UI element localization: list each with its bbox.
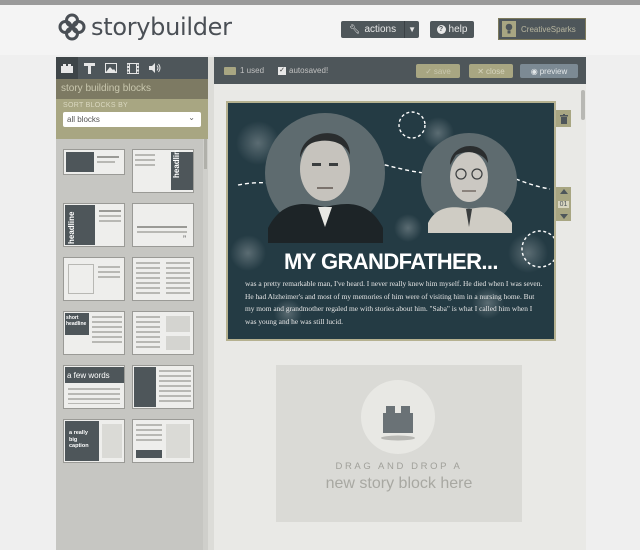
sort-area: SORT BLOCKS BY all blocks ⌄	[56, 99, 208, 139]
thumb-text: short headline	[66, 315, 87, 327]
block-thumb-headline-right[interactable]: headline	[132, 149, 194, 193]
chevron-down-icon: ▼	[408, 25, 417, 34]
logo-text: storybuilder	[91, 13, 232, 41]
block-thumb-short-headline[interactable]: short headline	[63, 311, 125, 355]
sidebar: story building blocks SORT BLOCKS BY all…	[56, 57, 208, 550]
image-icon	[105, 63, 117, 73]
sort-label: SORT BLOCKS BY	[63, 102, 129, 109]
help-label: help	[448, 24, 468, 35]
close-button[interactable]: ✕ close	[469, 64, 513, 78]
preview-button[interactable]: ◉ preview	[520, 64, 578, 78]
audio-icon	[149, 63, 161, 73]
block-thumb-two-column[interactable]	[132, 257, 194, 301]
block-number: 01	[558, 200, 569, 208]
sort-select-value: all blocks	[67, 115, 100, 124]
logo[interactable]: storybuilder	[58, 13, 232, 41]
close-label: close	[486, 66, 505, 76]
autosave-status: ✓ autosaved!	[278, 66, 328, 75]
move-up-arrow-icon[interactable]	[559, 189, 568, 194]
storybuilder-logo-icon	[58, 13, 86, 41]
lightbulb-icon	[502, 21, 516, 37]
story-block[interactable]: MY GRANDFATHER... was a pretty remarkabl…	[226, 101, 556, 341]
checkbox-icon: ✓	[278, 66, 287, 75]
preview-label: preview	[539, 66, 568, 76]
blocks-icon	[61, 63, 73, 73]
dropzone-circle	[361, 380, 435, 454]
block-thumbnails: headline headline ” short headline a few…	[56, 139, 208, 550]
trash-icon	[559, 113, 568, 124]
lego-block-icon	[381, 406, 415, 441]
sidebar-tabs	[56, 57, 208, 79]
sidebar-scrollbar-thumb[interactable]	[204, 139, 207, 169]
young-portrait	[421, 133, 517, 233]
block-thumb-intro-right[interactable]	[132, 365, 194, 409]
dropzone-line2: new story block here	[325, 475, 473, 492]
story-title[interactable]: MY GRANDFATHER...	[228, 249, 554, 275]
actions-label: actions	[364, 24, 397, 35]
block-thumb-grid[interactable]	[132, 419, 194, 463]
thumb-text: a few words	[67, 371, 110, 380]
eye-icon: ◉	[530, 66, 538, 76]
block-thumb-caption[interactable]: a really big caption	[63, 419, 125, 463]
block-order-control: 01	[556, 187, 571, 221]
dropzone-line1: DRAG AND DROP A	[335, 461, 463, 472]
blocks-used-text: 1 used	[240, 66, 265, 75]
actions-dropdown-caret[interactable]: ▼	[404, 21, 419, 38]
tab-text[interactable]	[78, 57, 100, 79]
thumb-text: a really big caption	[69, 430, 89, 449]
thumb-text: headline	[67, 211, 76, 244]
save-label: save	[433, 66, 451, 76]
wrench-icon: 🔧︎	[349, 24, 361, 34]
block-thumb-collage[interactable]	[132, 311, 194, 355]
thumb-text: headline	[172, 149, 181, 178]
block-thumb-headline-strip[interactable]	[63, 149, 125, 175]
block-thumb-headline-left[interactable]: headline	[63, 203, 125, 247]
user-account-button[interactable]: CreativeSparks	[498, 18, 586, 40]
actions-button[interactable]: 🔧︎ actions ▼	[341, 21, 419, 38]
app-header: storybuilder 🔧︎ actions ▼ ? help Creativ…	[0, 5, 640, 55]
editor-toolbar: 1 used ✓ autosaved! ✓ save ✕ close ◉ pre…	[214, 57, 586, 84]
dropzone[interactable]: DRAG AND DROP A new story block here	[276, 365, 522, 522]
grandfather-portrait	[265, 113, 385, 243]
move-down-arrow-icon[interactable]	[559, 214, 568, 219]
tab-audio[interactable]	[144, 57, 166, 79]
autosave-text: autosaved!	[289, 66, 329, 75]
close-icon: ✕	[477, 66, 484, 76]
sort-select[interactable]: all blocks ⌄	[63, 112, 201, 127]
story-body[interactable]: was a pretty remarkable man, I've heard.…	[245, 278, 545, 329]
help-icon: ?	[436, 25, 446, 34]
block-thumb-few-words[interactable]: a few words	[63, 365, 125, 409]
sidebar-title: story building blocks	[56, 79, 208, 99]
text-icon	[83, 62, 95, 74]
chevron-down-icon: ⌄	[188, 113, 195, 122]
video-icon	[127, 62, 139, 74]
block-thumb-article[interactable]	[63, 257, 125, 301]
save-button[interactable]: ✓ save	[416, 64, 460, 78]
tab-video[interactable]	[122, 57, 144, 79]
blocks-icon	[224, 66, 236, 75]
editor-scrollbar[interactable]	[581, 90, 585, 120]
help-button[interactable]: ? help	[430, 21, 474, 38]
block-thumb-quote[interactable]: ”	[132, 203, 194, 247]
tab-blocks[interactable]	[56, 57, 78, 79]
user-name: CreativeSparks	[521, 24, 576, 34]
quote-icon: ”	[183, 234, 186, 244]
delete-block-button[interactable]	[556, 110, 571, 127]
blocks-used: 1 used	[224, 66, 264, 75]
tab-image[interactable]	[100, 57, 122, 79]
check-icon: ✓	[425, 66, 432, 76]
